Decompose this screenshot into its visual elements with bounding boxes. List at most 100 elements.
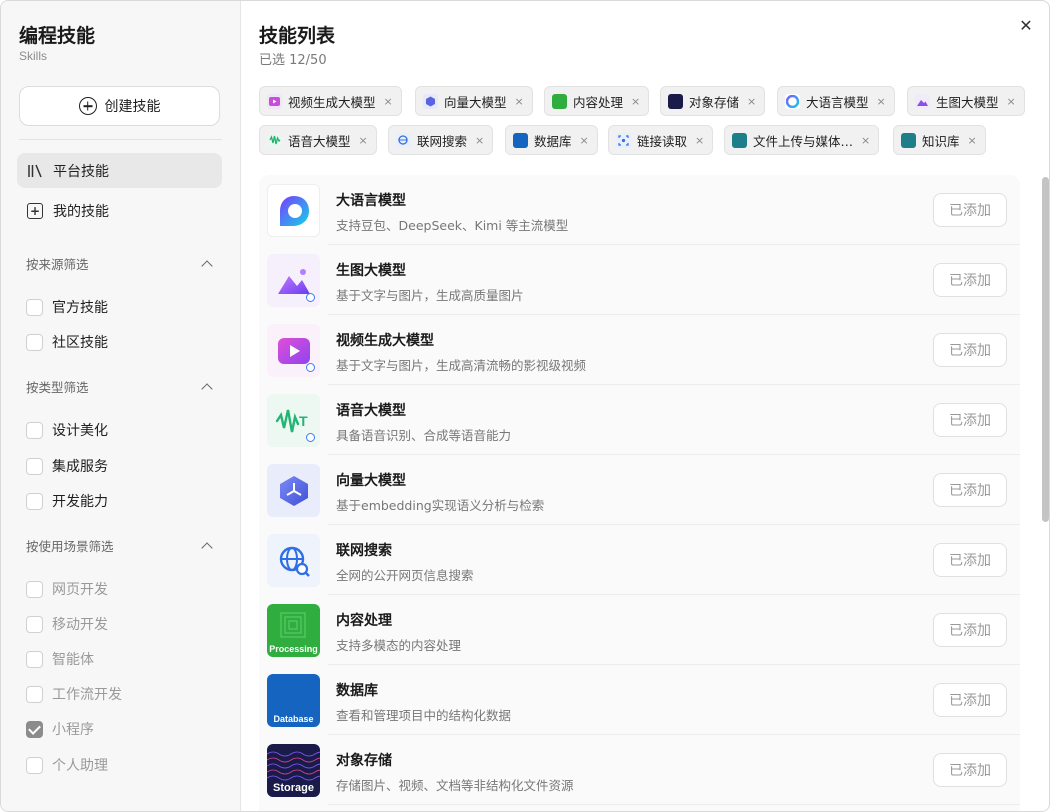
skill-row[interactable]: Database 数据库 查看和管理项目中的结构化数据 已添加 <box>259 665 1020 735</box>
filter-option-workflow[interactable]: 工作流开发 <box>26 684 122 704</box>
filter-option-web[interactable]: 网页开发 <box>26 579 108 599</box>
skill-row[interactable]: 联网搜索 全网的公开网页信息搜索 已添加 <box>259 525 1020 595</box>
globe-search-icon <box>267 534 320 587</box>
added-button[interactable]: 已添加 <box>933 473 1007 507</box>
option-label: 个人助理 <box>52 758 108 774</box>
checkbox[interactable] <box>26 615 43 633</box>
added-button[interactable]: 已添加 <box>933 683 1007 717</box>
filter-option-assistant[interactable]: 个人助理 <box>26 755 108 775</box>
filter-type-header[interactable]: 按类型筛选 <box>26 377 216 396</box>
skill-name: 视频生成大模型 <box>336 333 434 349</box>
chip-remove-icon[interactable]: × <box>475 134 484 147</box>
chip-remove-icon[interactable]: × <box>747 95 756 108</box>
checkbox[interactable] <box>26 298 43 316</box>
checkbox[interactable] <box>26 756 43 774</box>
filter-option-dev[interactable]: 开发能力 <box>26 491 108 511</box>
link-scan-icon <box>616 132 631 148</box>
selected-chip: 生图大模型 × <box>907 86 1025 116</box>
create-skill-label: 创建技能 <box>104 99 161 115</box>
cube-icon <box>267 464 320 517</box>
skill-row[interactable]: 向量大模型 基于embedding实现语义分析与检索 已添加 <box>259 455 1020 525</box>
video-icon <box>267 93 282 109</box>
chip-remove-icon[interactable]: × <box>1007 95 1016 108</box>
selected-chip: 大语言模型 × <box>777 86 895 116</box>
filter-option-agent[interactable]: 智能体 <box>26 649 94 669</box>
skill-name: 数据库 <box>336 683 378 699</box>
skill-row[interactable]: 视频生成大模型 基于文字与图片，生成高清流畅的影视级视频 已添加 <box>259 315 1020 385</box>
checkbox[interactable] <box>26 457 43 475</box>
llm-icon <box>785 93 800 109</box>
chip-label: 数据库 <box>534 133 572 149</box>
chip-remove-icon[interactable]: × <box>359 134 368 147</box>
added-button[interactable]: 已添加 <box>933 193 1007 227</box>
skill-row[interactable]: T 语音大模型 具备语音识别、合成等语音能力 已添加 <box>259 385 1020 455</box>
filter-option-integration[interactable]: 集成服务 <box>26 456 108 476</box>
image-gen-icon <box>267 254 320 307</box>
chip-remove-icon[interactable]: × <box>515 95 524 108</box>
close-icon[interactable]: ✕ <box>1016 15 1036 35</box>
sidebar-divider <box>19 139 222 140</box>
chip-remove-icon[interactable]: × <box>861 134 870 147</box>
option-label: 移动开发 <box>52 617 108 633</box>
skill-row[interactable]: Processing 内容处理 支持多模态的内容处理 已添加 <box>259 595 1020 665</box>
added-button[interactable]: 已添加 <box>933 613 1007 647</box>
filter-option-community[interactable]: 社区技能 <box>26 332 108 352</box>
added-button[interactable]: 已添加 <box>933 543 1007 577</box>
sidebar: 编程技能 Skills 创建技能 平台技能 + 我的技能 按来源筛选 官方技能 <box>1 1 241 811</box>
chip-remove-icon[interactable]: × <box>877 95 886 108</box>
filter-option-design[interactable]: 设计美化 <box>26 420 108 440</box>
chip-label: 视频生成大模型 <box>288 94 376 110</box>
skill-row[interactable]: 生图大模型 基于文字与图片，生成高质量图片 已添加 <box>259 245 1020 315</box>
skill-row[interactable]: Storage 对象存储 存储图片、视频、文档等非结构化文件资源 已添加 <box>259 735 1020 805</box>
checkbox[interactable] <box>26 333 43 351</box>
checkbox[interactable] <box>26 492 43 510</box>
checkbox[interactable] <box>26 421 43 439</box>
nav-platform-skills[interactable]: 平台技能 <box>17 153 222 188</box>
selected-chip: 语音大模型 × <box>259 125 377 155</box>
filter-title: 按来源筛选 <box>26 257 89 272</box>
scrollbar-thumb[interactable] <box>1042 177 1049 522</box>
filter-option-mobile[interactable]: 移动开发 <box>26 614 108 634</box>
skill-desc: 基于embedding实现语义分析与检索 <box>336 498 545 513</box>
checkbox-checked[interactable] <box>26 720 43 738</box>
processing-icon: Processing <box>267 604 320 657</box>
video-icon <box>267 324 320 377</box>
option-label: 集成服务 <box>52 459 108 475</box>
chip-label: 内容处理 <box>573 94 624 110</box>
filter-source-header[interactable]: 按来源筛选 <box>26 254 216 273</box>
skill-desc: 支持豆包、DeepSeek、Kimi 等主流模型 <box>336 218 569 233</box>
selected-chip: 视频生成大模型 × <box>259 86 402 116</box>
filter-title: 按使用场景筛选 <box>26 539 114 554</box>
option-label: 小程序 <box>52 722 94 738</box>
added-button[interactable]: 已添加 <box>933 403 1007 437</box>
skill-desc: 存储图片、视频、文档等非结构化文件资源 <box>336 778 574 793</box>
selected-chip: 链接读取 × <box>608 125 714 155</box>
skill-row[interactable]: 大语言模型 支持豆包、DeepSeek、Kimi 等主流模型 已添加 <box>259 175 1020 245</box>
added-button[interactable]: 已添加 <box>933 333 1007 367</box>
thumb-label: Storage <box>273 782 314 794</box>
skill-desc: 支持多模态的内容处理 <box>336 638 462 653</box>
selected-chip: 知识库 × <box>893 125 986 155</box>
added-button[interactable]: 已添加 <box>933 753 1007 787</box>
option-label: 开发能力 <box>52 494 108 510</box>
nav-my-skills[interactable]: + 我的技能 <box>17 193 222 228</box>
chip-remove-icon[interactable]: × <box>580 134 589 147</box>
chip-label: 知识库 <box>922 133 960 149</box>
checkbox[interactable] <box>26 580 43 598</box>
checkbox[interactable] <box>26 650 43 668</box>
chip-remove-icon[interactable]: × <box>695 134 704 147</box>
checkbox[interactable] <box>26 685 43 703</box>
skill-name: 内容处理 <box>336 613 392 629</box>
filter-scene-header[interactable]: 按使用场景筛选 <box>26 536 216 555</box>
filter-option-miniapp[interactable]: 小程序 <box>26 719 94 739</box>
filter-option-official[interactable]: 官方技能 <box>26 297 108 317</box>
create-skill-button[interactable]: 创建技能 <box>19 86 220 126</box>
chip-remove-icon[interactable]: × <box>631 95 640 108</box>
chip-remove-icon[interactable]: × <box>968 134 977 147</box>
sidebar-title: 编程技能 <box>19 25 96 47</box>
image-gen-icon <box>915 93 930 109</box>
chip-remove-icon[interactable]: × <box>384 95 393 108</box>
sidebar-subtitle: Skills <box>19 49 48 63</box>
badge-dot <box>306 433 315 442</box>
added-button[interactable]: 已添加 <box>933 263 1007 297</box>
